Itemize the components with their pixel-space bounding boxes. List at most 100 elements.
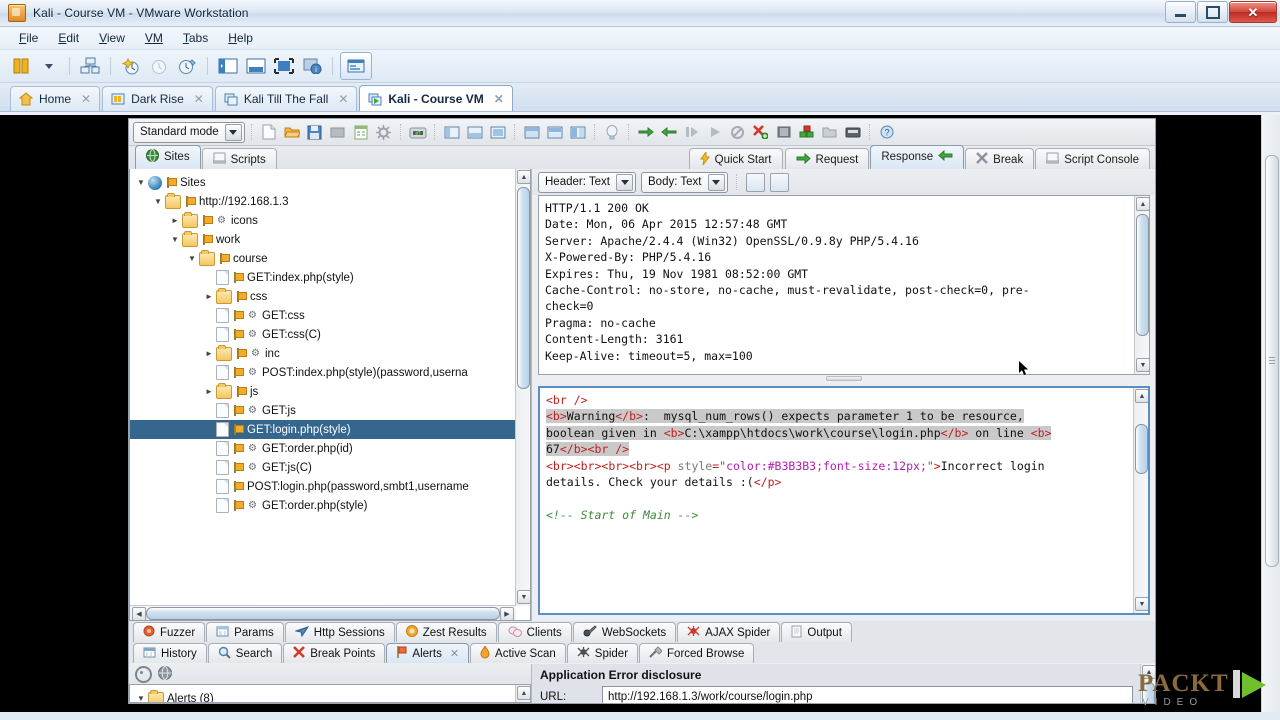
session-snapshot-icon[interactable]: [328, 122, 348, 142]
menu-view[interactable]: View: [90, 29, 134, 47]
scroll-up-button[interactable]: ▲: [517, 686, 530, 700]
scrollbar-thumb[interactable]: [1136, 214, 1149, 336]
manage-addons-icon[interactable]: @T: [408, 122, 428, 142]
revert-snapshot-icon[interactable]: [146, 54, 172, 78]
tree-toggle-icon[interactable]: ▼: [151, 197, 165, 206]
close-icon[interactable]: ✕: [494, 92, 504, 106]
expand-request-icon[interactable]: [522, 122, 542, 142]
tree-node[interactable]: ▼ http://192.168.1.3: [130, 192, 516, 211]
bottom-tab-search[interactable]: Search: [207, 643, 283, 663]
menu-tabs[interactable]: Tabs: [174, 29, 217, 47]
tree-node[interactable]: ► js: [130, 382, 516, 401]
tab-sites[interactable]: Sites: [135, 145, 201, 170]
scrollbar-thumb[interactable]: [517, 187, 530, 389]
chevron-down-icon[interactable]: [616, 173, 633, 191]
tree-node[interactable]: ⚙ GET:order.php(style): [130, 496, 516, 515]
tree-toggle-icon[interactable]: ►: [168, 216, 182, 225]
response-header-box[interactable]: HTTP/1.1 200 OK Date: Mon, 06 Apr 2015 1…: [538, 195, 1150, 375]
bottom-tab-output[interactable]: Output: [781, 622, 852, 642]
tree-node[interactable]: ⚙ GET:js: [130, 401, 516, 420]
tree-node[interactable]: ⚙ POST:index.php(style)(password,userna: [130, 363, 516, 382]
scroll-down-button[interactable]: ▼: [1135, 597, 1148, 611]
close-button[interactable]: ✕: [1229, 1, 1277, 23]
split-view-horizontal-icon[interactable]: [745, 172, 765, 192]
layout-horizontal-icon[interactable]: [465, 122, 485, 142]
bottom-tab-active-scan[interactable]: Active Scan: [470, 643, 566, 663]
body-vscrollbar[interactable]: ▲ ▼: [1133, 388, 1148, 613]
response-body-box[interactable]: <br /> <b>Warning</b>: mysql_num_rows() …: [538, 386, 1150, 615]
tree-toggle-icon[interactable]: ►: [202, 292, 216, 301]
scroll-right-button[interactable]: ▶: [500, 607, 514, 620]
tree-toggle-icon[interactable]: ▼: [168, 235, 182, 244]
break-scissors-icon[interactable]: [751, 122, 771, 142]
power-dropdown-caret[interactable]: [36, 54, 62, 78]
open-session-icon[interactable]: [282, 122, 302, 142]
console-view-icon[interactable]: [340, 52, 372, 80]
tab-request[interactable]: Request: [784, 148, 870, 170]
bottom-tab-fuzzer[interactable]: Fuzzer: [133, 622, 206, 642]
forward-arrow-icon[interactable]: [636, 122, 656, 142]
add-node-icon[interactable]: [797, 122, 817, 142]
scroll-up-button[interactable]: ▲: [1136, 197, 1149, 211]
scroll-down-button[interactable]: ▼: [517, 590, 530, 604]
vmware-tab-kali-till-the-fall[interactable]: Kali Till The Fall ✕: [214, 86, 358, 111]
close-icon[interactable]: ✕: [194, 92, 204, 106]
tree-node[interactable]: ⚙ GET:js(C): [130, 458, 516, 477]
vmware-tab-home[interactable]: Home ✕: [10, 86, 101, 111]
tree-toggle-icon[interactable]: ►: [202, 387, 216, 396]
alert-url-field[interactable]: http://192.168.1.3/work/course/login.php: [602, 686, 1133, 703]
continue-icon[interactable]: [705, 122, 725, 142]
mode-dropdown[interactable]: Standard mode: [133, 121, 245, 143]
close-icon[interactable]: ✕: [338, 92, 348, 106]
tree-node[interactable]: ▼ course: [130, 249, 516, 268]
body-view-dropdown[interactable]: Body: Text: [641, 171, 728, 193]
bottom-tab-zest-results[interactable]: Zest Results: [395, 622, 497, 642]
bottom-tab-websockets[interactable]: WebSockets: [572, 622, 677, 642]
close-icon[interactable]: ✕: [81, 92, 91, 106]
manage-snapshots-icon[interactable]: [174, 54, 200, 78]
scroll-left-button[interactable]: ◀: [132, 607, 146, 620]
bottom-tab-alerts[interactable]: Alerts ✕: [386, 643, 470, 663]
menu-vm[interactable]: VM: [136, 29, 172, 47]
sites-tree[interactable]: ▼ Sites ▼ http://192.168.1.3 ► ⚙ icons ▼ work ▼ co…: [130, 169, 516, 606]
alerts-tree[interactable]: ▼Alerts (8)▼Application Error disclosure…: [130, 685, 516, 702]
tree-toggle-icon[interactable]: ▼: [185, 254, 199, 263]
tree-node[interactable]: GET:index.php(style): [130, 268, 516, 287]
guest-vertical-scrollbar[interactable]: [1261, 115, 1280, 712]
split-view-vertical-icon[interactable]: [769, 172, 789, 192]
chevron-down-icon[interactable]: [224, 123, 242, 141]
layout-full-icon[interactable]: [488, 122, 508, 142]
step-icon[interactable]: [682, 122, 702, 142]
tree-node[interactable]: ⚙ GET:css: [130, 306, 516, 325]
back-arrow-icon[interactable]: [659, 122, 679, 142]
tab-quick-start[interactable]: Quick Start: [688, 148, 783, 170]
tree-node[interactable]: ⚙ GET:order.php(id): [130, 439, 516, 458]
show-sidebar-icon[interactable]: [215, 54, 241, 78]
tree-node[interactable]: GET:login.php(style): [130, 420, 516, 439]
minimize-button[interactable]: [1165, 1, 1196, 23]
tab-break[interactable]: Break: [965, 148, 1035, 170]
tree-node[interactable]: ▼ Sites: [130, 173, 516, 192]
chevron-down-icon[interactable]: [707, 173, 725, 191]
bottom-tab-forced-browse[interactable]: Forced Browse: [639, 643, 755, 663]
menu-edit[interactable]: Edit: [49, 29, 88, 47]
tree-node[interactable]: ► css: [130, 287, 516, 306]
scrollbar-thumb[interactable]: [1135, 424, 1148, 474]
menu-file[interactable]: File: [10, 29, 47, 47]
scroll-down-button[interactable]: ▼: [1136, 358, 1149, 372]
help-icon[interactable]: ?: [877, 122, 897, 142]
menu-help[interactable]: Help: [219, 29, 262, 47]
header-view-dropdown[interactable]: Header: Text: [538, 171, 636, 193]
tab-script-console[interactable]: Script Console: [1035, 148, 1150, 170]
response-split-grip[interactable]: [532, 375, 1155, 382]
options-gear-icon[interactable]: [374, 122, 394, 142]
bottom-tab-http-sessions[interactable]: Http Sessions: [284, 622, 395, 642]
tree-node[interactable]: ► ⚙ icons: [130, 211, 516, 230]
full-screen-icon[interactable]: [271, 54, 297, 78]
alerts-vscrollbar[interactable]: ▲: [515, 685, 530, 702]
scrollbar-thumb[interactable]: [1265, 155, 1279, 567]
maximize-button[interactable]: [1197, 1, 1228, 23]
bottom-tab-break-points[interactable]: Break Points: [283, 643, 386, 663]
bottom-tab-params[interactable]: Params: [206, 622, 284, 642]
scrollbar-thumb[interactable]: [146, 607, 500, 620]
